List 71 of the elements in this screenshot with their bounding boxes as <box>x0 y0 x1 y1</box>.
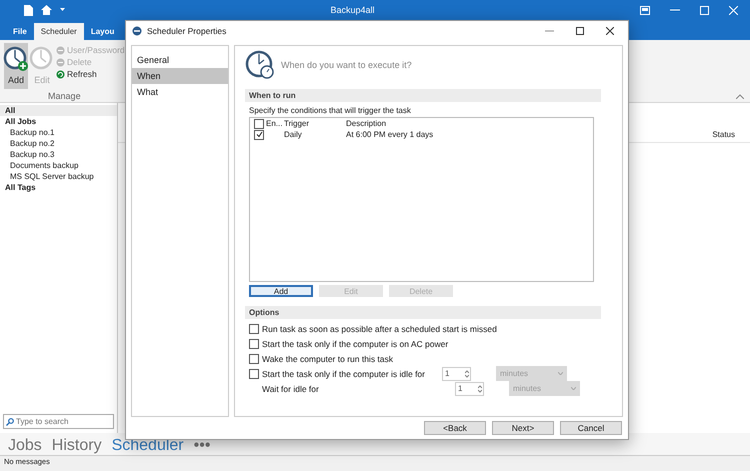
tree-item[interactable]: MS SQL Server backup <box>0 171 117 182</box>
column-header[interactable]: En... <box>266 119 282 128</box>
clock-plus-icon <box>3 46 29 72</box>
table-cell-text: Daily <box>284 130 303 139</box>
checkbox[interactable] <box>249 324 259 334</box>
spinner-arrows-icon[interactable] <box>478 384 482 392</box>
ribbon-button[interactable]: Add <box>4 43 28 89</box>
maximize-icon[interactable] <box>576 27 584 35</box>
tree-item[interactable]: Backup no.1 <box>0 127 117 138</box>
option-label: Wake the computer to run this task <box>262 354 394 364</box>
column-header[interactable]: Description <box>346 119 386 128</box>
ribbon-button[interactable]: Refresh <box>56 69 125 79</box>
spinner-arrows-icon[interactable] <box>465 370 469 378</box>
caret-icon <box>571 387 576 390</box>
view-tab[interactable]: History <box>52 437 102 455</box>
page-heading: When do you want to execute it? <box>281 60 412 70</box>
clock-icon <box>29 46 55 72</box>
checkbox[interactable] <box>254 130 264 140</box>
minimize-icon[interactable] <box>545 30 554 32</box>
ribbon-tab[interactable]: File <box>6 23 34 40</box>
search-icon <box>6 418 14 426</box>
nav-item[interactable]: What <box>132 84 228 100</box>
wizard-button[interactable]: Next> <box>492 421 554 435</box>
clock-icon <box>245 50 275 80</box>
checkbox[interactable] <box>254 118 264 128</box>
instruction-text: Specify the conditions that will trigger the task <box>248 106 412 115</box>
app-icon <box>132 26 142 36</box>
window-title: Backup4all <box>329 5 376 15</box>
tree-item[interactable]: All Tags <box>0 182 117 193</box>
refresh-icon <box>56 70 65 78</box>
tree-item[interactable]: Backup no.3 <box>0 149 117 160</box>
panel-icon[interactable] <box>640 6 650 14</box>
spin-field[interactable]: 1 <box>442 366 471 380</box>
wizard-button[interactable]: Cancel <box>560 421 622 435</box>
view-tab[interactable]: ••• <box>194 437 210 455</box>
tree-item[interactable]: All Jobs <box>0 116 117 127</box>
option-label: Run task as soon as possible after a scheduled start is missed <box>262 324 497 334</box>
section-header: Options <box>245 306 601 319</box>
checkbox[interactable] <box>249 368 259 378</box>
ribbon-tab[interactable]: Layou <box>84 23 122 40</box>
column-header[interactable]: Trigger <box>284 119 346 128</box>
caret-icon[interactable] <box>60 8 65 12</box>
search-field[interactable]: Type to search <box>3 414 114 429</box>
column-header[interactable]: Status <box>712 130 735 139</box>
ribbon-tab[interactable]: Scheduler <box>34 23 84 40</box>
option-label: Start the task only if the computer is idle for <box>262 368 425 378</box>
tree-item[interactable]: Documents backup <box>0 160 117 171</box>
table-cell: At 6:00 PM every 1 days <box>346 130 434 139</box>
search-input[interactable]: Type to search <box>16 417 111 426</box>
dialog-title: Scheduler Properties <box>147 26 228 36</box>
spin-field[interactable]: 1 <box>455 382 484 396</box>
wizard-button[interactable]: <Back <box>424 421 486 435</box>
close-icon[interactable] <box>606 27 614 35</box>
collapse-icon[interactable] <box>736 94 744 99</box>
option-label: Start the task only if the computer is on AC power <box>262 338 448 348</box>
document-icon[interactable] <box>24 4 33 16</box>
option-label: Wait for idle for <box>262 384 319 394</box>
nav-item[interactable]: General <box>132 52 228 68</box>
minus-circle-icon <box>56 58 65 66</box>
view-tab[interactable]: Scheduler <box>112 437 184 455</box>
view-tab[interactable]: Jobs <box>8 437 42 455</box>
section-header: When to run <box>245 89 601 102</box>
caret-icon <box>558 372 563 375</box>
tree-item[interactable]: All <box>0 105 117 116</box>
action-button[interactable]: Add <box>249 285 313 297</box>
tree-item[interactable]: Backup no.2 <box>0 138 117 149</box>
group-label: Manage <box>48 91 81 101</box>
checkbox[interactable] <box>249 354 259 364</box>
checkbox[interactable] <box>249 338 259 348</box>
nav-item[interactable]: When <box>132 68 228 84</box>
home-icon[interactable] <box>41 5 52 15</box>
